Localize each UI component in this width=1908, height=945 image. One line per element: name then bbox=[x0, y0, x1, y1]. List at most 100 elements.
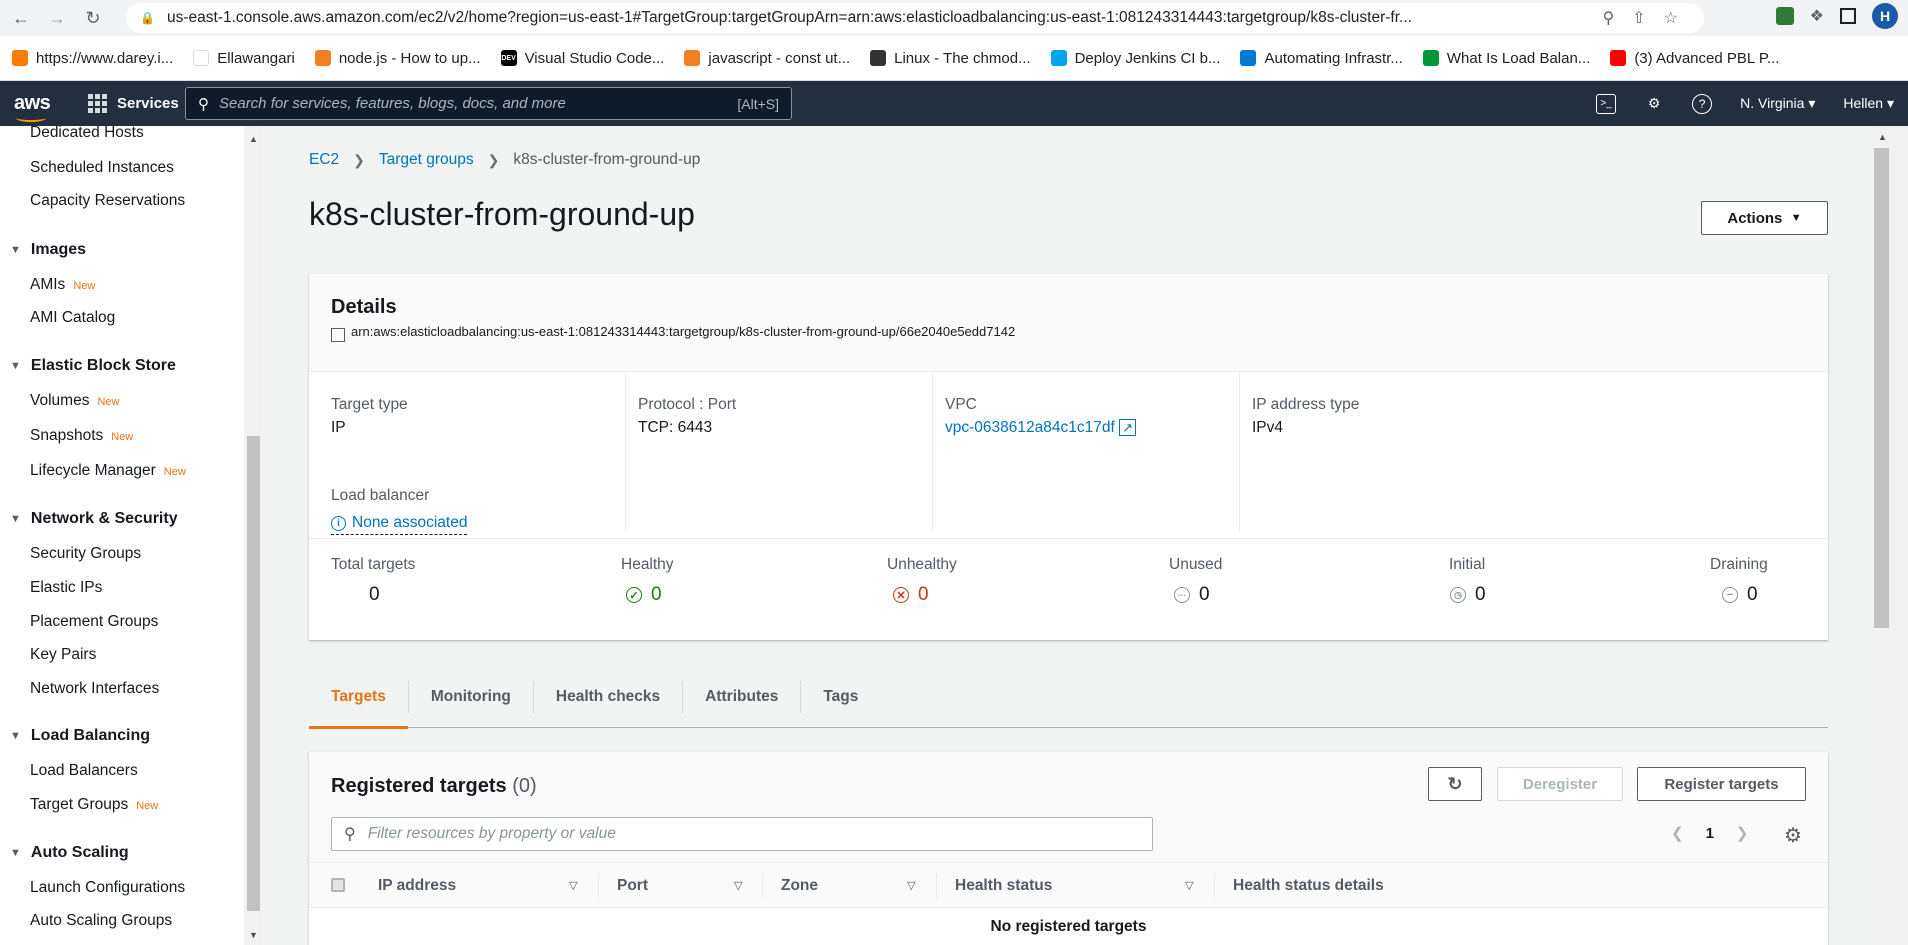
sort-icon[interactable]: ▽ bbox=[734, 879, 742, 892]
deregister-button[interactable]: Deregister bbox=[1497, 767, 1623, 801]
chevron-right-icon[interactable]: ❯ bbox=[1736, 824, 1749, 842]
sidebar-item-scheduled-instances[interactable]: Scheduled Instances bbox=[30, 159, 174, 177]
col-zone[interactable]: Zone bbox=[781, 877, 818, 895]
unhealthy-value[interactable]: ✕ 0 bbox=[893, 584, 929, 606]
filter-input[interactable]: ⚲ Filter resources by property or value bbox=[331, 817, 1153, 851]
sidebar-item-auto-scaling-groups[interactable]: Auto Scaling Groups bbox=[30, 912, 172, 930]
tab-targets[interactable]: Targets bbox=[309, 666, 408, 729]
vpc-link[interactable]: vpc-0638612a84c1c17df ↗ bbox=[945, 419, 1136, 437]
sidebar-item-snapshots[interactable]: Snapshots New bbox=[30, 427, 133, 445]
help-icon[interactable]: ? bbox=[1692, 93, 1713, 114]
select-all-checkbox[interactable] bbox=[331, 878, 345, 892]
gear-icon[interactable]: ⚙ bbox=[1784, 823, 1802, 848]
tab-monitoring[interactable]: Monitoring bbox=[409, 666, 533, 728]
chevron-right-icon: ❯ bbox=[487, 151, 500, 168]
bookmark-item[interactable]: What Is Load Balan... bbox=[1422, 50, 1590, 67]
address-bar[interactable]: 🔒 us-east-1.console.aws.amazon.com/ec2/v… bbox=[126, 3, 1704, 33]
sidebar-item-key-pairs[interactable]: Key Pairs bbox=[30, 646, 96, 664]
sidebar-item-launch-configurations[interactable]: Launch Configurations bbox=[30, 879, 185, 897]
external-link-icon: ↗ bbox=[1119, 419, 1136, 436]
bookmark-item[interactable]: Linux - The chmod... bbox=[870, 50, 1031, 67]
table-header: IP address ▽ Port ▽ Zone ▽ Health status… bbox=[309, 862, 1828, 908]
bookmark-item[interactable]: Deploy Jenkins CI b... bbox=[1050, 50, 1220, 67]
load-balancer-none-associated[interactable]: i None associated bbox=[331, 514, 468, 535]
initial-value[interactable]: ◷ 0 bbox=[1450, 584, 1486, 606]
breadcrumb-target-groups[interactable]: Target groups bbox=[379, 151, 474, 169]
bookmark-item[interactable]: DEV Visual Studio Code... bbox=[500, 50, 664, 67]
bookmark-favicon-icon bbox=[314, 50, 331, 66]
breadcrumb: EC2 ❯ Target groups ❯ k8s-cluster-from-g… bbox=[309, 151, 700, 169]
bookmark-favicon-icon bbox=[193, 50, 210, 66]
sidebar-item-network-interfaces[interactable]: Network Interfaces bbox=[30, 680, 159, 698]
col-port[interactable]: Port bbox=[617, 877, 648, 895]
puzzle-icon[interactable]: ❖ bbox=[1810, 6, 1824, 26]
actions-button[interactable]: Actions ▼ bbox=[1701, 201, 1828, 235]
bookmark-item[interactable]: node.js - How to up... bbox=[314, 50, 481, 67]
sidebar-item-amis[interactable]: AMIs New bbox=[30, 276, 95, 294]
user-menu[interactable]: Hellen ▾ bbox=[1843, 95, 1894, 112]
caret-down-icon: ▼ bbox=[10, 244, 21, 256]
bookmark-favicon-icon bbox=[870, 50, 887, 66]
register-targets-button[interactable]: Register targets bbox=[1637, 767, 1806, 801]
sidebar-section-ebs[interactable]: ▼ Elastic Block Store bbox=[10, 357, 176, 375]
details-title: Details bbox=[331, 296, 397, 318]
tab-tags[interactable]: Tags bbox=[801, 666, 880, 728]
bookmark-item[interactable]: (3) Advanced PBL P... bbox=[1610, 50, 1779, 67]
sidebar-section-network-security[interactable]: ▼ Network & Security bbox=[10, 510, 178, 528]
ip-type-label: IP address type bbox=[1252, 396, 1360, 413]
healthy-value[interactable]: ✓ 0 bbox=[626, 584, 662, 606]
col-ip-address[interactable]: IP address bbox=[378, 877, 456, 895]
bookmark-label: Automating Infrastr... bbox=[1264, 49, 1403, 67]
aws-search-input[interactable]: ⚲ Search for services, features, blogs, … bbox=[185, 87, 792, 120]
services-menu[interactable]: Services bbox=[88, 94, 179, 113]
sidebar-section-load-balancing[interactable]: ▼ Load Balancing bbox=[10, 727, 150, 745]
bookmark-label: Ellawangari bbox=[217, 49, 295, 67]
share-icon[interactable]: ⇧ bbox=[1632, 8, 1645, 28]
sort-icon[interactable]: ▽ bbox=[1185, 879, 1193, 892]
sidebar-item-volumes[interactable]: Volumes New bbox=[30, 392, 119, 410]
aws-logo[interactable]: aws bbox=[14, 92, 54, 122]
page-number[interactable]: 1 bbox=[1706, 825, 1714, 842]
reload-icon[interactable]: ↻ bbox=[78, 3, 108, 33]
tab-bar: Targets Monitoring Health checks Attribu… bbox=[309, 666, 1828, 729]
extension-icon[interactable] bbox=[1775, 7, 1794, 25]
sidebar-item-dedicated-hosts[interactable]: Dedicated Hosts bbox=[30, 126, 144, 142]
cloudshell-icon[interactable]: >_ bbox=[1596, 93, 1617, 114]
bookmark-item[interactable]: Automating Infrastr... bbox=[1240, 49, 1403, 67]
unused-value[interactable]: ··· 0 bbox=[1174, 584, 1210, 606]
sidebar-item-load-balancers[interactable]: Load Balancers bbox=[30, 762, 138, 780]
copy-icon[interactable] bbox=[331, 327, 345, 342]
bookmark-item[interactable]: https://www.darey.i... bbox=[12, 50, 173, 67]
bookmark-item[interactable]: Ellawangari bbox=[193, 50, 295, 67]
sidebar-item-target-groups[interactable]: Target Groups New bbox=[30, 796, 158, 814]
chevron-left-icon[interactable]: ❮ bbox=[1671, 824, 1684, 842]
breadcrumb-ec2[interactable]: EC2 bbox=[309, 151, 339, 169]
sidebar-scrollbar[interactable]: ▲ ▼ bbox=[244, 126, 262, 945]
profile-avatar[interactable]: H bbox=[1872, 3, 1898, 29]
draining-value[interactable]: −0 bbox=[1722, 584, 1758, 606]
col-health-status-details[interactable]: Health status details bbox=[1233, 877, 1384, 895]
sidebar-item-lifecycle-manager[interactable]: Lifecycle Manager New bbox=[30, 462, 186, 480]
star-icon[interactable]: ☆ bbox=[1664, 8, 1678, 28]
bell-icon[interactable]: ⚙ bbox=[1644, 94, 1664, 114]
sidebar-section-images[interactable]: ▼ Images bbox=[10, 241, 86, 259]
sidebar-item-elastic-ips[interactable]: Elastic IPs bbox=[30, 579, 102, 597]
sidepanel-icon[interactable] bbox=[1840, 8, 1856, 24]
zoom-icon[interactable]: ⚲ bbox=[1603, 8, 1615, 28]
col-health-status[interactable]: Health status bbox=[955, 877, 1052, 895]
sidebar-item-security-groups[interactable]: Security Groups bbox=[30, 545, 141, 563]
sort-icon[interactable]: ▽ bbox=[569, 879, 577, 892]
sort-icon[interactable]: ▽ bbox=[907, 879, 915, 892]
forward-icon[interactable]: → bbox=[42, 3, 72, 33]
tab-health-checks[interactable]: Health checks bbox=[534, 666, 682, 728]
tab-attributes[interactable]: Attributes bbox=[683, 666, 800, 728]
sidebar-section-auto-scaling[interactable]: ▼ Auto Scaling bbox=[10, 844, 129, 862]
refresh-button[interactable]: ↻ bbox=[1428, 767, 1482, 801]
bookmark-item[interactable]: javascript - const ut... bbox=[684, 50, 850, 67]
sidebar-item-ami-catalog[interactable]: AMI Catalog bbox=[30, 309, 115, 327]
region-selector[interactable]: N. Virginia ▾ bbox=[1740, 95, 1815, 112]
back-icon[interactable]: ← bbox=[6, 3, 36, 33]
sidebar-item-placement-groups[interactable]: Placement Groups bbox=[30, 613, 158, 631]
sidebar-item-capacity-reservations[interactable]: Capacity Reservations bbox=[30, 192, 185, 210]
page-scrollbar[interactable]: ▲ bbox=[1870, 126, 1908, 945]
